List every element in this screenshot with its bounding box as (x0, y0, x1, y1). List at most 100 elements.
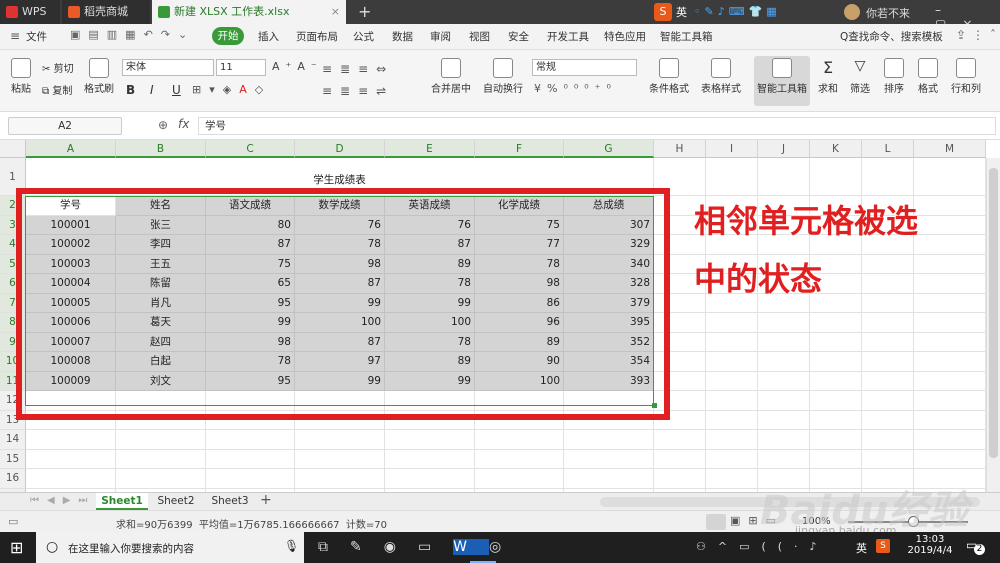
number-format-select[interactable]: 常规 (532, 59, 637, 76)
column-header[interactable]: D (295, 140, 385, 158)
empty-cell[interactable] (914, 332, 986, 352)
font-grow-shrink-icons[interactable]: A⁺A⁻ (272, 60, 323, 73)
empty-cell[interactable] (914, 235, 986, 255)
avatar[interactable] (844, 4, 860, 20)
sort-button[interactable]: 排序 (880, 58, 908, 95)
copy-button[interactable]: ⧉ 复制 (42, 82, 72, 97)
empty-cell[interactable] (862, 158, 914, 196)
empty-cell[interactable] (862, 391, 914, 411)
empty-cell[interactable] (914, 196, 986, 216)
alignment-icons[interactable]: ≡≣≡⇔ ≡≣≡⇌ (322, 58, 422, 102)
underline-button[interactable]: U (172, 83, 181, 97)
menu-page-layout[interactable]: 页面布局 (296, 29, 338, 44)
row-header[interactable]: 16 (0, 469, 26, 489)
menu-start[interactable]: 开始 (212, 27, 244, 45)
empty-cell[interactable] (810, 410, 862, 430)
empty-cell[interactable] (862, 449, 914, 469)
column-header[interactable]: F (475, 140, 564, 158)
empty-cell[interactable] (758, 313, 810, 333)
border-fill-color-icons[interactable]: ⊞▾◈A◇ (192, 83, 271, 96)
column-header[interactable]: B (116, 140, 206, 158)
column-header[interactable]: J (758, 140, 810, 158)
empty-cell[interactable] (914, 410, 986, 430)
menu-review[interactable]: 审阅 (430, 29, 451, 44)
select-all-corner[interactable] (0, 140, 26, 158)
empty-cell[interactable] (914, 274, 986, 294)
empty-cell[interactable] (385, 430, 475, 450)
empty-cell[interactable] (706, 410, 758, 430)
empty-cell[interactable] (810, 313, 862, 333)
macro-icon[interactable]: ▭ (8, 515, 18, 528)
sheet-nav-arrows[interactable]: ⏮◀▶⏭ (30, 495, 95, 506)
column-header[interactable]: C (206, 140, 295, 158)
menu-developer[interactable]: 开发工具 (547, 29, 589, 44)
column-header[interactable]: E (385, 140, 475, 158)
sogou-icon[interactable]: S (654, 3, 672, 21)
empty-cell[interactable] (706, 449, 758, 469)
empty-cell[interactable] (810, 449, 862, 469)
empty-cell[interactable] (475, 449, 564, 469)
zoom-formula-icon[interactable]: ⊕ (158, 118, 168, 132)
row-header[interactable]: 15 (0, 449, 26, 469)
search-commands[interactable]: Q查找命令、搜索模板 (840, 29, 943, 44)
empty-cell[interactable] (654, 430, 706, 450)
empty-cell[interactable] (385, 449, 475, 469)
empty-cell[interactable] (862, 430, 914, 450)
empty-cell[interactable] (564, 469, 654, 489)
empty-cell[interactable] (914, 352, 986, 372)
format-button[interactable]: 格式 (914, 58, 942, 95)
column-header[interactable]: I (706, 140, 758, 158)
tab-active-workbook[interactable]: 新建 XLSX 工作表.xlsx × (152, 0, 346, 24)
empty-cell[interactable] (564, 430, 654, 450)
normal-view-icon[interactable] (706, 514, 726, 530)
empty-cell[interactable] (810, 352, 862, 372)
empty-cell[interactable] (758, 332, 810, 352)
empty-cell[interactable] (758, 430, 810, 450)
tab-wps[interactable]: WPS (0, 0, 60, 24)
menu-special[interactable]: 特色应用 (604, 29, 646, 44)
empty-cell[interactable] (475, 430, 564, 450)
empty-cell[interactable] (116, 430, 206, 450)
system-tray-icons[interactable]: ⚇^▭((·♪ (696, 540, 829, 553)
tab-sheet3[interactable]: Sheet3 (204, 493, 256, 510)
add-sheet-icon[interactable]: + (260, 492, 272, 508)
user-name[interactable]: 你若不来 (866, 5, 910, 21)
empty-cell[interactable] (706, 313, 758, 333)
hamburger-icon[interactable]: ≡ (10, 29, 20, 43)
empty-cell[interactable] (26, 449, 116, 469)
column-header[interactable]: H (654, 140, 706, 158)
column-header[interactable]: L (862, 140, 914, 158)
row-col-button[interactable]: 行和列 (948, 58, 984, 95)
empty-cell[interactable] (758, 391, 810, 411)
empty-cell[interactable] (654, 469, 706, 489)
empty-cell[interactable] (758, 352, 810, 372)
empty-cell[interactable] (564, 449, 654, 469)
notification-icon[interactable]: ▭ 2 (966, 538, 985, 556)
ime-toolbar-icons[interactable]: ◦✎♪⌨👕▦ (694, 5, 804, 19)
row-header[interactable]: 14 (0, 430, 26, 450)
empty-cell[interactable] (758, 158, 810, 196)
taskbar-search-box[interactable]: ○ 在这里输入你要搜索的内容 🎙 (36, 532, 304, 563)
tab-docer[interactable]: 稻壳商城 (62, 0, 150, 24)
new-tab-icon[interactable]: + (352, 0, 372, 24)
menu-right-icons[interactable]: ⇪⋮ˆ (956, 28, 1000, 42)
menu-formula[interactable]: 公式 (353, 29, 374, 44)
menu-insert[interactable]: 插入 (258, 29, 279, 44)
empty-cell[interactable] (914, 391, 986, 411)
empty-cell[interactable] (295, 430, 385, 450)
sum-button[interactable]: Σ 求和 (814, 58, 842, 95)
vertical-scrollbar[interactable] (986, 158, 1000, 492)
empty-cell[interactable] (914, 215, 986, 235)
empty-cell[interactable] (206, 469, 295, 489)
name-box[interactable]: A2 (8, 117, 122, 135)
empty-cell[interactable] (295, 449, 385, 469)
clock[interactable]: 13:03 2019/4/4 (904, 534, 956, 556)
empty-cell[interactable] (914, 254, 986, 274)
empty-cell[interactable] (706, 391, 758, 411)
filter-button[interactable]: ▽ 筛选 (846, 58, 874, 95)
empty-cell[interactable] (758, 449, 810, 469)
vertical-scroll-thumb[interactable] (989, 168, 998, 458)
column-header[interactable]: K (810, 140, 862, 158)
empty-cell[interactable] (475, 469, 564, 489)
menu-data[interactable]: 数据 (392, 29, 413, 44)
